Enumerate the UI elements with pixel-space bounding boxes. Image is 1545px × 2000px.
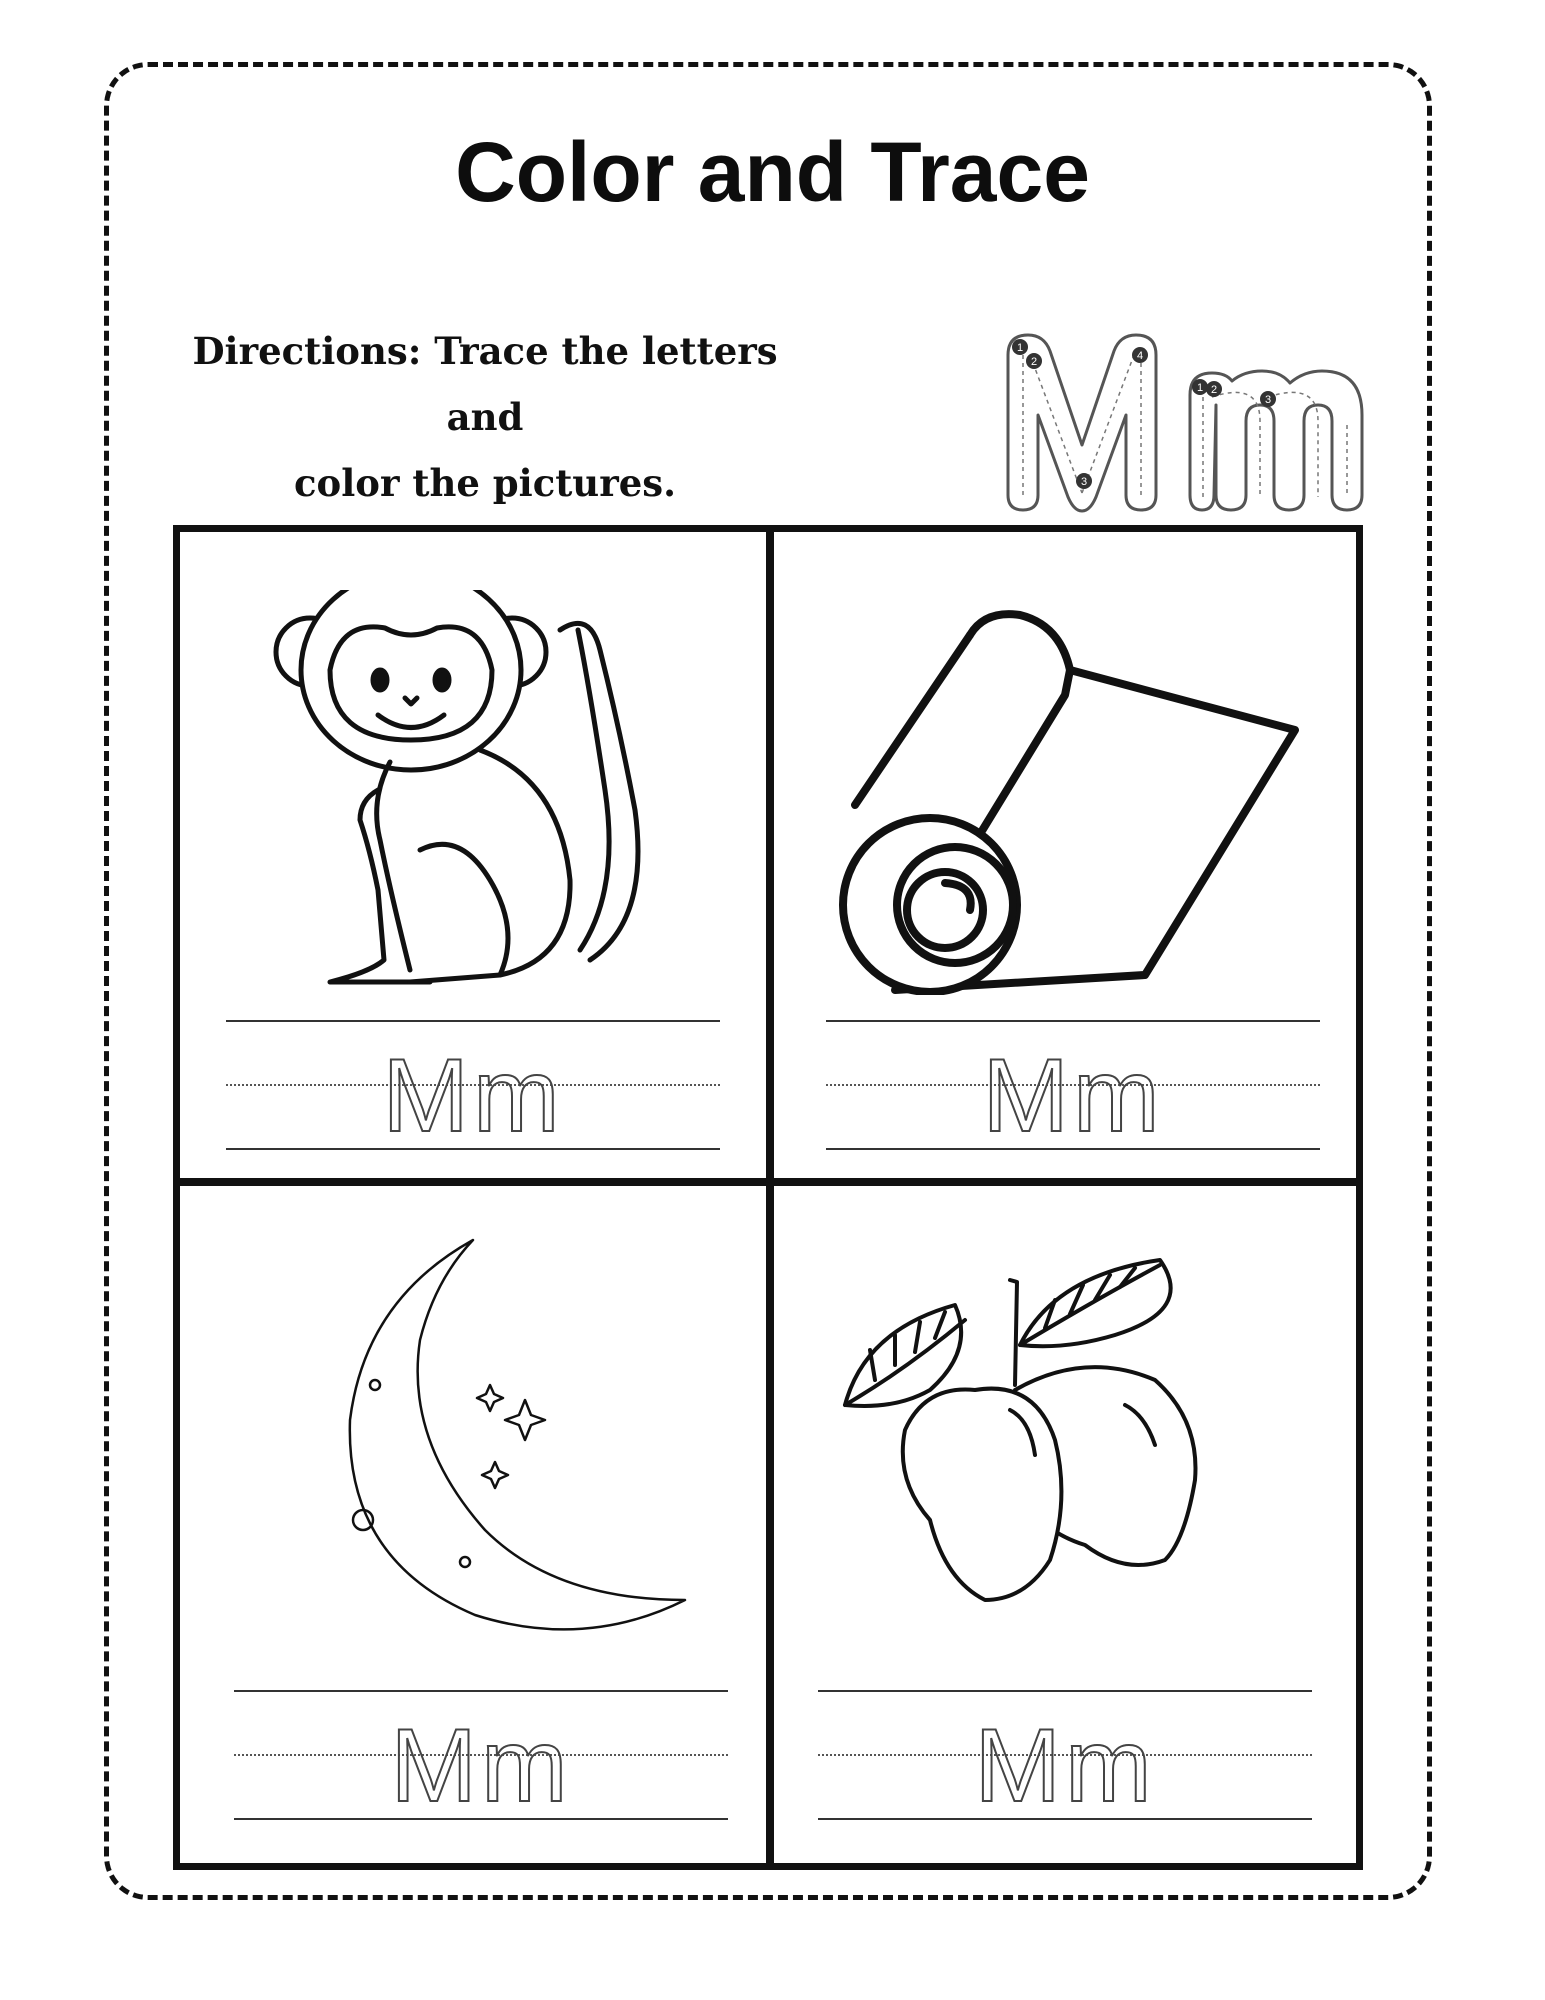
- trace-letters[interactable]: Mm: [826, 1043, 1320, 1149]
- mango-icon: [843, 1258, 1198, 1602]
- top-line: [818, 1690, 1312, 1692]
- tracing-guide: Mm: [234, 1690, 728, 1820]
- directions-line-1: Directions: Trace the letters and: [192, 329, 778, 439]
- top-line: [234, 1690, 728, 1692]
- stroke-number: 3: [1081, 476, 1087, 488]
- trace-letters[interactable]: Mm: [818, 1713, 1312, 1819]
- moon-icon: [348, 1238, 687, 1631]
- page-title: Color and Trace: [455, 125, 1090, 219]
- grid-divider-vertical: [766, 532, 774, 1865]
- tracing-guide: Mm: [826, 1020, 1320, 1150]
- directions-text: Directions: Trace the letters and color …: [150, 318, 820, 516]
- stroke-number: 2: [1031, 356, 1037, 368]
- grid-divider-horizontal: [178, 1178, 1358, 1186]
- stroke-number: 1: [1197, 382, 1203, 394]
- rolled-mat-icon: [839, 610, 1299, 995]
- stroke-number: 4: [1137, 350, 1143, 362]
- letter-stroke-guide: 1 2 3 4 1 2 3: [1006, 333, 1364, 513]
- stroke-number: 3: [1265, 394, 1271, 406]
- tracing-guide: Mm: [226, 1020, 720, 1150]
- stroke-number: 2: [1211, 384, 1217, 396]
- directions-line-2: color the pictures.: [294, 461, 676, 505]
- monkey-icon: [273, 590, 641, 985]
- trace-letters[interactable]: Mm: [234, 1713, 728, 1819]
- top-line: [826, 1020, 1320, 1022]
- trace-letters[interactable]: Mm: [226, 1043, 720, 1149]
- stroke-number: 1: [1017, 342, 1023, 354]
- tracing-guide: Mm: [818, 1690, 1312, 1820]
- top-line: [226, 1020, 720, 1022]
